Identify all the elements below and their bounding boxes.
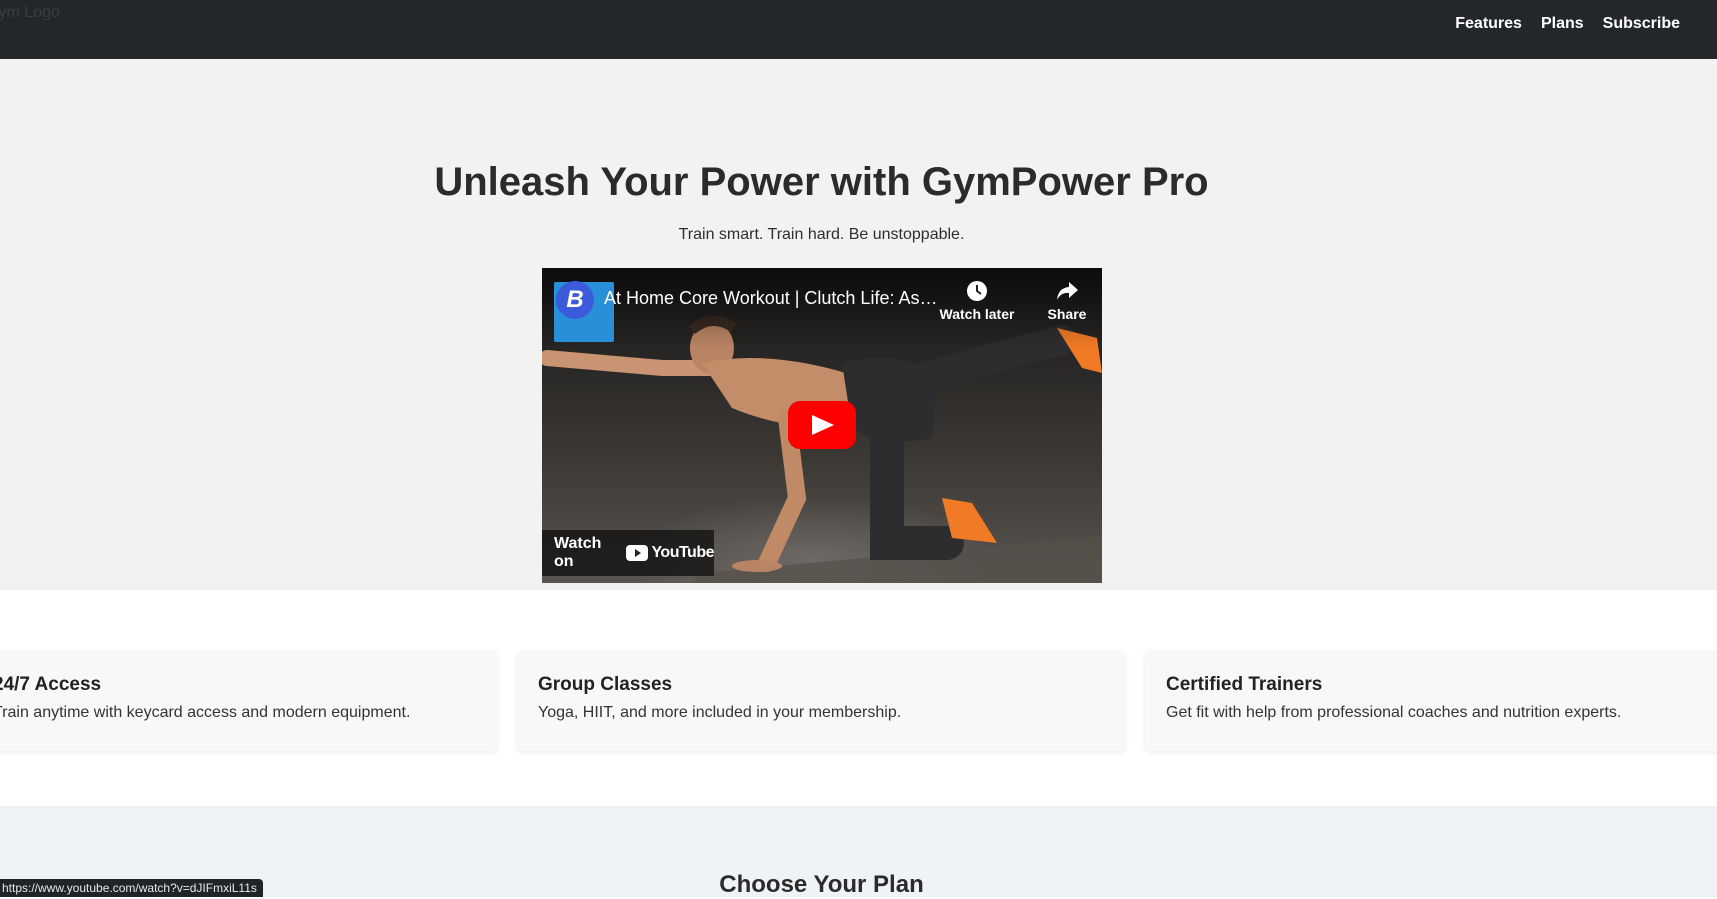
play-icon (812, 415, 834, 435)
channel-logo-icon[interactable]: B (556, 281, 594, 319)
share-label: Share (1047, 306, 1087, 322)
nav-link-features[interactable]: Features (1455, 14, 1522, 34)
nav-link-subscribe[interactable]: Subscribe (1603, 14, 1680, 34)
youtube-icon (626, 545, 649, 561)
feature-card: Certified Trainers Get fit with help fro… (1145, 650, 1717, 751)
link-preview-status-bar: https://www.youtube.com/watch?v=dJIFmxiL… (0, 879, 263, 897)
share-arrow-icon (1057, 282, 1078, 300)
watch-later-label: Watch later (939, 306, 1015, 322)
hero-section: Unleash Your Power with GymPower Pro Tra… (0, 59, 1717, 590)
feature-card-description: Train anytime with keycard access and mo… (0, 704, 411, 721)
youtube-logo: YouTube (626, 544, 714, 562)
nav-link-plans[interactable]: Plans (1541, 14, 1584, 34)
play-button[interactable] (788, 401, 856, 449)
watch-on-youtube-button[interactable]: Watch on YouTube (542, 530, 714, 576)
features-section: 24/7 Access Train anytime with keycard a… (0, 590, 1717, 806)
navbar: Gym Logo Features Plans Subscribe (0, 0, 1717, 59)
video-title[interactable]: At Home Core Workout | Clutch Life: Ashl… (604, 288, 944, 309)
feature-card: 24/7 Access Train anytime with keycard a… (0, 650, 497, 751)
feature-card: Group Classes Yoga, HIIT, and more inclu… (517, 650, 1125, 751)
youtube-video-embed[interactable]: B At Home Core Workout | Clutch Life: As… (542, 268, 1102, 583)
feature-card-title: 24/7 Access (0, 674, 102, 695)
hero-title: Unleash Your Power with GymPower Pro (434, 160, 1209, 204)
feature-card-description: Yoga, HIIT, and more included in your me… (538, 704, 902, 721)
watch-later-button[interactable]: Watch later (937, 280, 1017, 322)
watch-on-label: Watch on (554, 535, 602, 570)
feature-card-title: Group Classes (538, 674, 673, 695)
brand-logo[interactable]: Gym Logo (0, 4, 60, 22)
feature-card-description: Get fit with help from professional coac… (1166, 704, 1622, 721)
youtube-wordmark: YouTube (651, 544, 714, 561)
clock-icon (967, 281, 987, 301)
hero-subtitle: Train smart. Train hard. Be unstoppable. (678, 226, 965, 243)
share-button[interactable]: Share (1042, 280, 1092, 322)
nav-links: Features Plans Subscribe (1455, 14, 1680, 34)
feature-card-title: Certified Trainers (1166, 674, 1323, 695)
